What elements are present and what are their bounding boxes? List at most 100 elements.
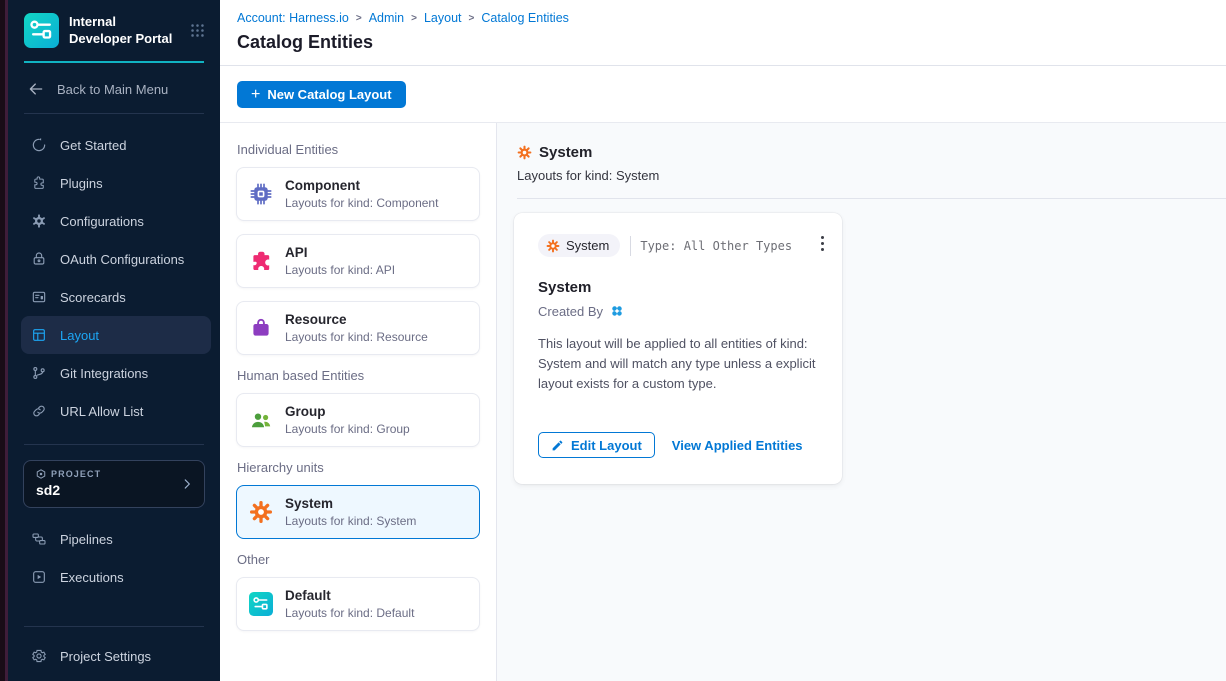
sidebar-item-oauth-configurations[interactable]: OAuth Configurations bbox=[21, 240, 211, 278]
configurations-icon bbox=[31, 213, 47, 229]
new-catalog-layout-button[interactable]: + New Catalog Layout bbox=[237, 81, 406, 108]
project-nav: Pipelines Executions bbox=[8, 520, 220, 596]
system-gear-icon bbox=[249, 500, 273, 524]
sidebar-item-plugins[interactable]: Plugins bbox=[21, 164, 211, 202]
breadcrumb-separator: > bbox=[411, 13, 417, 24]
sidebar-item-url-allow-list[interactable]: URL Allow List bbox=[21, 392, 211, 430]
layout-card-title: System bbox=[538, 279, 818, 296]
breadcrumb-account[interactable]: Account: Harness.io bbox=[237, 11, 349, 25]
project-info: PROJECT sd2 bbox=[36, 469, 180, 498]
back-label: Back to Main Menu bbox=[57, 82, 168, 97]
entity-desc: Layouts for kind: System bbox=[285, 514, 416, 528]
section-label-other: Other bbox=[237, 552, 480, 567]
system-gear-icon bbox=[546, 239, 560, 253]
sidebar-divider bbox=[24, 444, 204, 445]
project-label-row: PROJECT bbox=[36, 469, 180, 479]
sidebar-item-layout[interactable]: Layout bbox=[21, 316, 211, 354]
breadcrumb-catalog-entities[interactable]: Catalog Entities bbox=[481, 11, 569, 25]
created-by-label: Created By bbox=[538, 304, 603, 319]
window-edge-strip bbox=[0, 0, 8, 681]
sidebar-item-pipelines[interactable]: Pipelines bbox=[21, 520, 211, 558]
entity-card-component[interactable]: Component Layouts for kind: Component bbox=[236, 167, 480, 221]
breadcrumb-admin[interactable]: Admin bbox=[369, 11, 404, 25]
view-applied-entities-link[interactable]: View Applied Entities bbox=[672, 438, 803, 453]
resource-bag-icon bbox=[249, 316, 273, 340]
sidebar-item-configurations[interactable]: Configurations bbox=[21, 202, 211, 240]
entity-card-default[interactable]: Default Layouts for kind: Default bbox=[236, 577, 480, 631]
sidebar-item-scorecards[interactable]: Scorecards bbox=[21, 278, 211, 316]
brand-header: Internal Developer Portal bbox=[8, 0, 220, 59]
back-to-main-menu[interactable]: Back to Main Menu bbox=[8, 63, 220, 113]
harness-logo-icon bbox=[609, 303, 625, 319]
get-started-icon bbox=[31, 137, 47, 153]
entity-card-resource[interactable]: Resource Layouts for kind: Resource bbox=[236, 301, 480, 355]
entity-card-system[interactable]: System Layouts for kind: System bbox=[236, 485, 480, 539]
sidebar-item-git-integrations[interactable]: Git Integrations bbox=[21, 354, 211, 392]
page-title: Catalog Entities bbox=[237, 32, 1226, 53]
entity-name: System bbox=[285, 496, 416, 511]
sidebar-item-label: Git Integrations bbox=[60, 366, 148, 381]
edit-layout-label: Edit Layout bbox=[571, 438, 642, 453]
sidebar-item-label: URL Allow List bbox=[60, 404, 143, 419]
entity-card-group[interactable]: Group Layouts for kind: Group bbox=[236, 393, 480, 447]
breadcrumb-separator: > bbox=[356, 13, 362, 24]
sidebar-nav: Get Started Plugins Configurations bbox=[8, 126, 220, 430]
sidebar-divider bbox=[24, 626, 204, 627]
entity-desc: Layouts for kind: Component bbox=[285, 196, 438, 210]
content-area: Individual Entities Component Layouts fo… bbox=[220, 123, 1226, 681]
card-menu-kebab-icon[interactable] bbox=[815, 229, 830, 258]
sidebar-item-label: Project Settings bbox=[60, 649, 151, 664]
sidebar-item-label: Plugins bbox=[60, 176, 103, 191]
section-label-individual-entities: Individual Entities bbox=[237, 142, 480, 157]
main-divider bbox=[517, 198, 1226, 199]
group-people-icon bbox=[249, 408, 273, 432]
breadcrumb-layout[interactable]: Layout bbox=[424, 11, 462, 25]
git-branch-icon bbox=[31, 365, 47, 381]
link-icon bbox=[31, 403, 47, 419]
api-puzzle-icon bbox=[249, 249, 273, 273]
project-selector[interactable]: PROJECT sd2 bbox=[23, 460, 205, 508]
brand-title: Internal Developer Portal bbox=[69, 14, 179, 47]
section-label-human-based-entities: Human based Entities bbox=[237, 368, 480, 383]
chevron-right-icon bbox=[180, 477, 194, 491]
entity-card-api[interactable]: API Layouts for kind: API bbox=[236, 234, 480, 288]
sidebar-divider bbox=[24, 113, 204, 114]
sidebar-item-label: Layout bbox=[60, 328, 99, 343]
badge-separator bbox=[630, 236, 631, 256]
system-layout-card: System Type: All Other Types System Crea… bbox=[514, 213, 842, 484]
toolbar: + New Catalog Layout bbox=[220, 66, 1226, 123]
entity-desc: Layouts for kind: Default bbox=[285, 606, 414, 620]
layout-icon bbox=[31, 327, 47, 343]
project-name: sd2 bbox=[36, 482, 180, 498]
component-chip-icon bbox=[249, 182, 273, 206]
app-grid-icon[interactable] bbox=[189, 22, 206, 39]
lock-icon bbox=[31, 251, 47, 267]
main-header: System Layouts for kind: System bbox=[497, 123, 1226, 183]
edit-layout-button[interactable]: Edit Layout bbox=[538, 432, 655, 458]
entity-name: Default bbox=[285, 588, 414, 603]
layout-card-badge-row: System Type: All Other Types bbox=[538, 234, 818, 257]
layout-card-description: This layout will be applied to all entit… bbox=[538, 334, 818, 394]
entity-name: Component bbox=[285, 178, 438, 193]
created-by-row: Created By bbox=[538, 303, 818, 319]
project-icon bbox=[36, 469, 46, 479]
sidebar-item-executions[interactable]: Executions bbox=[21, 558, 211, 596]
entity-desc: Layouts for kind: Resource bbox=[285, 330, 428, 344]
pencil-icon bbox=[551, 439, 564, 452]
sidebar-item-get-started[interactable]: Get Started bbox=[21, 126, 211, 164]
sidebar-item-project-settings[interactable]: Project Settings bbox=[21, 637, 211, 675]
plus-icon: + bbox=[251, 87, 260, 103]
entity-list-panel: Individual Entities Component Layouts fo… bbox=[220, 123, 497, 681]
new-catalog-layout-label: New Catalog Layout bbox=[267, 87, 391, 102]
sidebar-bottom: Project Settings bbox=[8, 626, 220, 681]
main-detail-area: System Layouts for kind: System System T… bbox=[497, 123, 1226, 681]
settings-gear-icon bbox=[31, 648, 47, 664]
layout-card-actions: Edit Layout View Applied Entities bbox=[538, 432, 818, 458]
back-arrow-icon bbox=[27, 80, 45, 98]
entity-desc: Layouts for kind: Group bbox=[285, 422, 410, 436]
breadcrumb: Account: Harness.io > Admin > Layout > C… bbox=[237, 11, 1226, 25]
sidebar-item-label: Scorecards bbox=[60, 290, 126, 305]
idp-logo-icon bbox=[24, 13, 59, 48]
system-gear-icon bbox=[517, 145, 532, 160]
sidebar: Internal Developer Portal Back to Main M… bbox=[8, 0, 220, 681]
